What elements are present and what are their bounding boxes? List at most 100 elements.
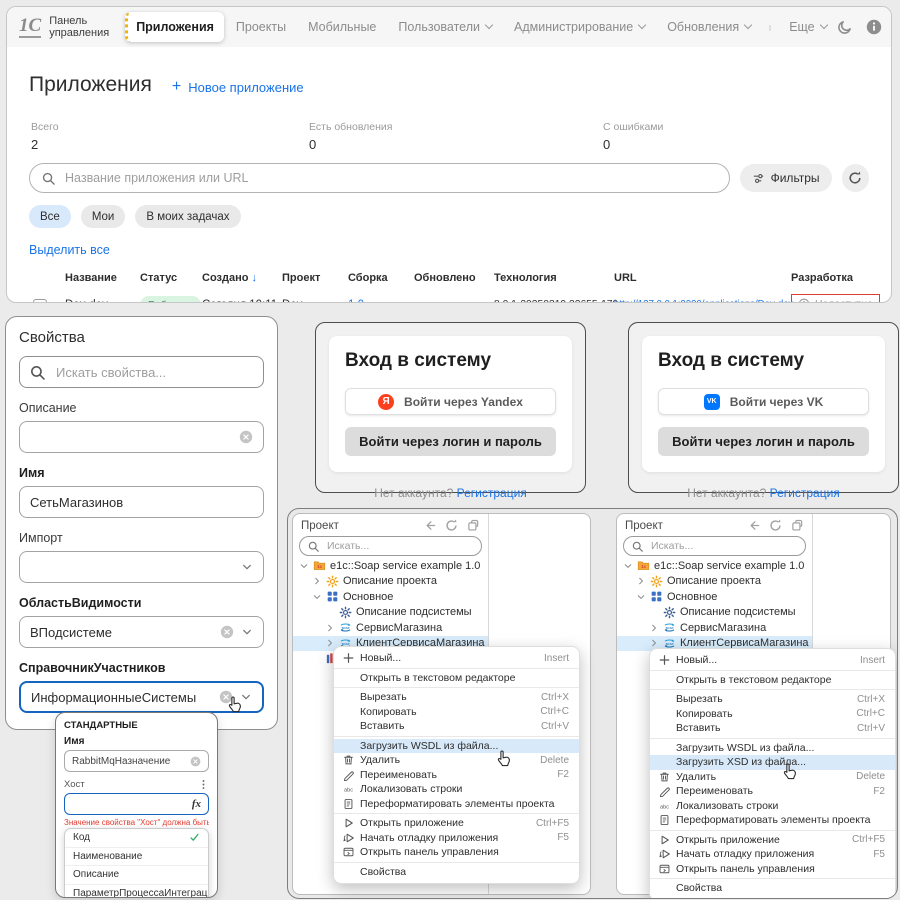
chevron-down-icon[interactable] bbox=[299, 561, 309, 571]
menu-item-15[interactable]: Открыть приложение Ctrl+F5 bbox=[650, 833, 895, 848]
chevron-right-icon[interactable] bbox=[649, 623, 659, 633]
menu-item-11[interactable]: abc Локализовать строки bbox=[334, 782, 579, 797]
menu-item-16[interactable]: Начать отладку приложения F5 bbox=[650, 847, 895, 862]
more-options-icon[interactable] bbox=[763, 20, 777, 34]
login-password-button[interactable]: Войти через логин и пароль bbox=[658, 427, 869, 456]
menu-item-18[interactable]: Свойства bbox=[334, 865, 579, 880]
topbar-tab-3[interactable]: Пользователи bbox=[388, 12, 502, 42]
project-search[interactable] bbox=[299, 536, 482, 556]
menu-item-13[interactable]: Переформатировать элементы проекта bbox=[650, 813, 895, 828]
select-all-link[interactable]: Выделить все bbox=[29, 243, 110, 257]
menu-item-10[interactable]: Удалить Delete bbox=[650, 770, 895, 785]
topbar-tab-2[interactable]: Мобильные bbox=[298, 12, 386, 42]
registration-link[interactable]: Регистрация bbox=[770, 486, 840, 500]
column-header-url[interactable]: URL bbox=[614, 272, 637, 284]
tree-item-0[interactable]: 1c e1c::Soap service example 1.0 bbox=[293, 558, 488, 574]
chevron-down-icon[interactable] bbox=[623, 561, 633, 571]
clear-icon[interactable] bbox=[190, 756, 201, 767]
menu-item-12[interactable]: Переформатировать элементы проекта bbox=[334, 797, 579, 812]
project-search[interactable] bbox=[623, 536, 806, 556]
chip-1[interactable]: Мои bbox=[80, 205, 126, 229]
chevron-right-icon[interactable] bbox=[649, 638, 659, 648]
dropdown-option-2[interactable]: Описание bbox=[65, 866, 208, 885]
chip-0[interactable]: Все bbox=[29, 205, 71, 229]
column-header-technology[interactable]: Технология bbox=[494, 272, 557, 284]
menu-item-6[interactable]: Вставить Ctrl+V bbox=[334, 719, 579, 734]
column-header-name[interactable]: Название bbox=[65, 272, 117, 284]
menu-item-11[interactable]: Переименовать F2 bbox=[650, 784, 895, 799]
tree-item-4[interactable]: SOAP СервисМагазина bbox=[293, 620, 488, 636]
column-header-created[interactable]: Создано ↓ bbox=[202, 272, 257, 284]
tree-item-0[interactable]: 1c e1c::Soap service example 1.0 bbox=[617, 558, 812, 574]
menu-item-2[interactable]: Открыть в текстовом редакторе bbox=[650, 673, 895, 688]
menu-item-0[interactable]: Новый... Insert bbox=[650, 653, 895, 668]
property-input[interactable] bbox=[19, 421, 264, 453]
menu-item-9[interactable]: Загрузить XSD из файла... bbox=[650, 755, 895, 770]
project-search-input[interactable] bbox=[649, 539, 797, 553]
property-select[interactable] bbox=[19, 551, 264, 583]
chevron-right-icon[interactable] bbox=[325, 638, 335, 648]
project-search-input[interactable] bbox=[325, 539, 473, 553]
copy-icon[interactable] bbox=[791, 519, 804, 532]
menu-item-19[interactable]: Свойства bbox=[650, 881, 895, 896]
menu-item-14[interactable]: Открыть приложение Ctrl+F5 bbox=[334, 816, 579, 831]
menu-item-16[interactable]: Открыть панель управления bbox=[334, 845, 579, 860]
chevron-right-icon[interactable] bbox=[636, 576, 646, 586]
chip-2[interactable]: В моих задачах bbox=[135, 205, 241, 229]
menu-item-4[interactable]: Вырезать Ctrl+X bbox=[334, 690, 579, 705]
app-url-link[interactable]: http://127.0.0.1:9090/applications/Dev-d… bbox=[614, 299, 793, 302]
menu-item-2[interactable]: Открыть в текстовом редакторе bbox=[334, 671, 579, 686]
dropdown-option-0[interactable]: Код bbox=[65, 829, 208, 848]
topbar-tab-7[interactable]: Еще bbox=[779, 12, 836, 42]
refresh-button[interactable] bbox=[841, 164, 869, 193]
dark-mode-icon[interactable] bbox=[837, 19, 853, 35]
build-link[interactable]: 1.0 bbox=[348, 299, 364, 302]
column-header-project[interactable]: Проект bbox=[282, 272, 320, 284]
column-header-status[interactable]: Статус bbox=[140, 272, 177, 284]
dropdown-option-3[interactable]: ПараметрПроцессаИнтеграции bbox=[65, 885, 208, 897]
chevron-right-icon[interactable] bbox=[312, 576, 322, 586]
properties-search[interactable] bbox=[19, 356, 264, 388]
column-header-development[interactable]: Разработка bbox=[791, 272, 853, 284]
search-input[interactable] bbox=[63, 170, 717, 187]
login-via-yandex-button[interactable]: Я Войти через Yandex bbox=[345, 388, 556, 415]
menu-item-10[interactable]: Переименовать F2 bbox=[334, 768, 579, 783]
login-password-button[interactable]: Войти через логин и пароль bbox=[345, 427, 556, 456]
tree-item-1[interactable]: Описание проекта bbox=[293, 574, 488, 590]
chevron-right-icon[interactable] bbox=[325, 623, 335, 633]
tree-item-3[interactable]: Описание подсистемы bbox=[617, 605, 812, 621]
topbar-tab-5[interactable]: Обновления bbox=[657, 12, 761, 42]
info-icon[interactable] bbox=[866, 19, 882, 35]
registration-link[interactable]: Регистрация bbox=[457, 486, 527, 500]
property-select[interactable]: ВПодсистеме bbox=[19, 616, 264, 648]
back-icon[interactable] bbox=[423, 519, 436, 532]
topbar-tab-0[interactable]: Приложения bbox=[125, 12, 224, 42]
properties-search-input[interactable] bbox=[54, 363, 253, 381]
tree-item-2[interactable]: Основное bbox=[293, 589, 488, 605]
login-via-vk-button[interactable]: VK Войти через VK bbox=[658, 388, 869, 415]
refresh-icon[interactable] bbox=[445, 519, 458, 532]
tree-item-4[interactable]: SOAP СервисМагазина bbox=[617, 620, 812, 636]
menu-item-5[interactable]: Копировать Ctrl+C bbox=[334, 705, 579, 720]
menu-item-4[interactable]: Вырезать Ctrl+X bbox=[650, 692, 895, 707]
column-header-build[interactable]: Сборка bbox=[348, 272, 388, 284]
back-icon[interactable] bbox=[747, 519, 760, 532]
menu-item-0[interactable]: Новый... Insert bbox=[334, 651, 579, 666]
tree-item-3[interactable]: Описание подсистемы bbox=[293, 605, 488, 621]
name-field[interactable]: RabbitMqНазначение bbox=[64, 750, 209, 772]
chevron-down-icon[interactable] bbox=[636, 592, 646, 602]
tree-item-1[interactable]: Описание проекта bbox=[617, 574, 812, 590]
menu-item-8[interactable]: Загрузить WSDL из файла... bbox=[650, 741, 895, 756]
new-app-button[interactable]: + Новое приложение bbox=[172, 78, 304, 96]
property-input[interactable]: СетьМагазинов bbox=[19, 486, 264, 518]
column-header-updated[interactable]: Обновлено bbox=[414, 272, 476, 284]
chevron-down-icon[interactable] bbox=[312, 592, 322, 602]
topbar-tab-1[interactable]: Проекты bbox=[226, 12, 296, 42]
menu-item-17[interactable]: Открыть панель управления bbox=[650, 862, 895, 877]
host-field[interactable]: fx bbox=[64, 793, 209, 815]
menu-item-6[interactable]: Вставить Ctrl+V bbox=[650, 721, 895, 736]
tree-item-2[interactable]: Основное bbox=[617, 589, 812, 605]
copy-icon[interactable] bbox=[467, 519, 480, 532]
app-search[interactable] bbox=[29, 163, 730, 194]
dropdown-option-1[interactable]: Наименование bbox=[65, 848, 208, 866]
